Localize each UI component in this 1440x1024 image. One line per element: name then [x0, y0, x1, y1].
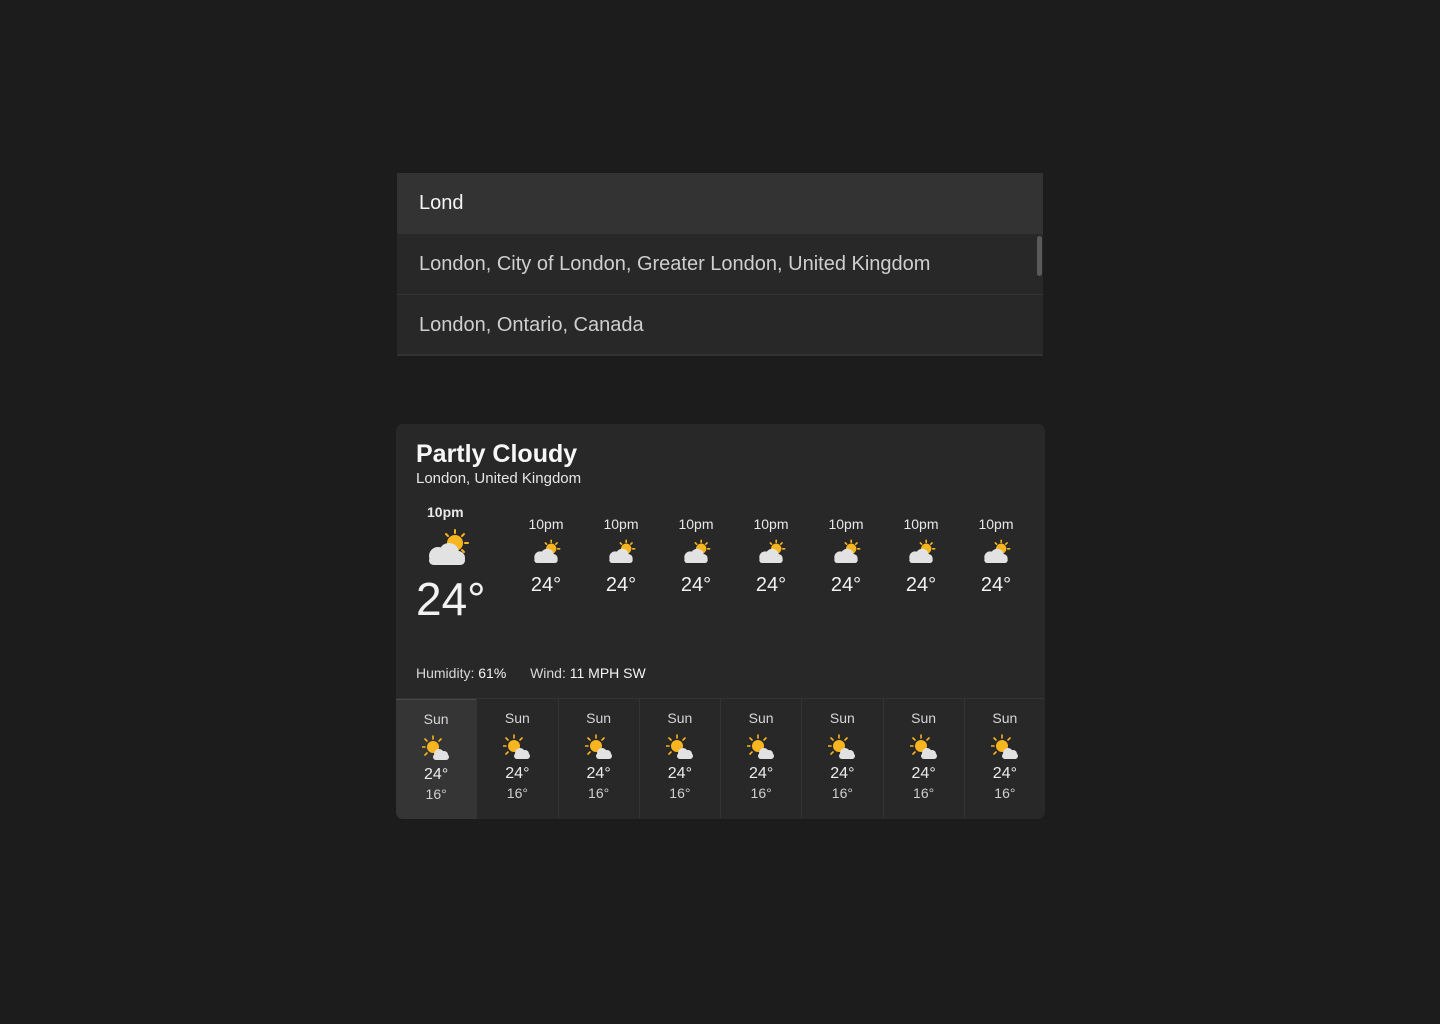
partly-cloudy-icon: [429, 529, 469, 565]
partly-cloudy-icon: [609, 539, 636, 564]
location-label: London, United Kingdom: [416, 470, 582, 487]
partly-cloudy-icon: [834, 539, 861, 564]
location-search: London, City of London, Greater London, …: [397, 173, 1043, 356]
hour-item: 10pm 24°: [591, 516, 651, 597]
sun-cloud-icon: [747, 734, 775, 759]
day-name: Sun: [992, 710, 1018, 726]
humidity-value: 61%: [478, 665, 507, 681]
day-tab[interactable]: Sun 24° 16°: [963, 699, 1045, 819]
partly-cloudy-icon: [534, 539, 561, 564]
day-name: Sun: [586, 710, 612, 726]
sun-cloud-icon: [665, 734, 693, 759]
hour-item: 10pm 24°: [516, 516, 576, 597]
hour-time: 10pm: [903, 516, 939, 532]
hour-temperature: 24°: [830, 574, 862, 596]
day-high: 24°: [586, 765, 611, 782]
day-name: Sun: [748, 710, 774, 726]
day-name: Sun: [504, 710, 530, 726]
day-name: Sun: [911, 710, 937, 726]
day-low: 16°: [425, 786, 447, 802]
hour-item: 10pm 24°: [816, 516, 876, 597]
hour-time: 10pm: [678, 516, 714, 532]
daily-forecast: Sun 24° 16° Sun 24° 16° Sun 24° 16° Sun …: [396, 698, 1045, 819]
partly-cloudy-icon: [984, 539, 1011, 564]
sun-cloud-icon: [990, 734, 1018, 759]
scrollbar[interactable]: [1037, 236, 1042, 276]
hour-time: 10pm: [978, 516, 1014, 532]
suggestion-item[interactable]: London, City of London, Greater London, …: [397, 234, 1043, 295]
hour-temperature: 24°: [905, 574, 937, 596]
day-tab[interactable]: Sun 24° 16°: [476, 699, 557, 819]
hour-temperature: 24°: [980, 574, 1012, 596]
day-name: Sun: [829, 710, 855, 726]
day-low: 16°: [750, 785, 772, 801]
day-name: Sun: [667, 710, 693, 726]
day-tab[interactable]: Sun 24° 16°: [638, 699, 720, 819]
day-high: 24°: [911, 765, 936, 782]
day-high: 24°: [830, 765, 855, 782]
hour-time: 10pm: [427, 504, 464, 520]
hour-time: 10pm: [753, 516, 789, 532]
day-tab[interactable]: Sun 24° 16°: [720, 699, 801, 819]
day-low: 16°: [831, 785, 853, 801]
sun-cloud-icon: [828, 734, 856, 759]
day-tab[interactable]: Sun 24° 16°: [396, 699, 477, 819]
hour-item: 10pm 24°: [891, 516, 951, 597]
sun-cloud-icon: [909, 734, 937, 759]
hour-item: 10pm 24°: [741, 516, 801, 597]
day-high: 24°: [424, 766, 449, 783]
hour-time: 10pm: [603, 516, 639, 532]
hour-temperature: 24°: [680, 574, 712, 596]
sun-cloud-icon: [503, 734, 531, 759]
day-tab[interactable]: Sun 24° 16°: [801, 699, 882, 819]
hour-time: 10pm: [828, 516, 864, 532]
day-low: 16°: [506, 785, 528, 801]
sun-cloud-icon: [584, 734, 612, 759]
search-input[interactable]: [397, 173, 1043, 234]
wind-value: 11 MPH SW: [569, 665, 646, 681]
day-low: 16°: [994, 785, 1016, 801]
day-high: 24°: [505, 765, 530, 782]
day-high: 24°: [992, 765, 1017, 782]
sun-cloud-icon: [422, 735, 450, 760]
partly-cloudy-icon: [684, 539, 711, 564]
current-hour: 10pm 24°: [416, 504, 506, 626]
hour-item: 10pm 24°: [966, 516, 1026, 597]
condition-title: Partly Cloudy: [416, 440, 578, 468]
hour-temperature: 24°: [530, 574, 562, 596]
day-high: 24°: [667, 765, 692, 782]
suggestion-item[interactable]: London, Ontario, Canada: [397, 295, 1043, 356]
day-name: Sun: [423, 711, 449, 727]
hour-time: 10pm: [528, 516, 564, 532]
hour-temperature: 24°: [605, 574, 637, 596]
conditions-meta: Humidity: 61% Wind: 11 MPH SW: [416, 665, 646, 681]
wind-label: Wind:: [530, 665, 566, 681]
day-low: 16°: [913, 785, 935, 801]
day-tab[interactable]: Sun 24° 16°: [557, 699, 639, 819]
day-low: 16°: [669, 785, 691, 801]
day-low: 16°: [588, 785, 610, 801]
partly-cloudy-icon: [909, 539, 936, 564]
partly-cloudy-icon: [759, 539, 786, 564]
current-temperature: 24°: [416, 573, 486, 625]
hour-item: 10pm 24°: [666, 516, 726, 597]
day-high: 24°: [749, 765, 774, 782]
suggestion-list[interactable]: London, City of London, Greater London, …: [397, 234, 1043, 356]
humidity-label: Humidity:: [416, 665, 475, 681]
day-tab[interactable]: Sun 24° 16°: [882, 699, 964, 819]
weather-card: Partly Cloudy London, United Kingdom 10p…: [396, 424, 1045, 819]
hour-temperature: 24°: [755, 574, 787, 596]
